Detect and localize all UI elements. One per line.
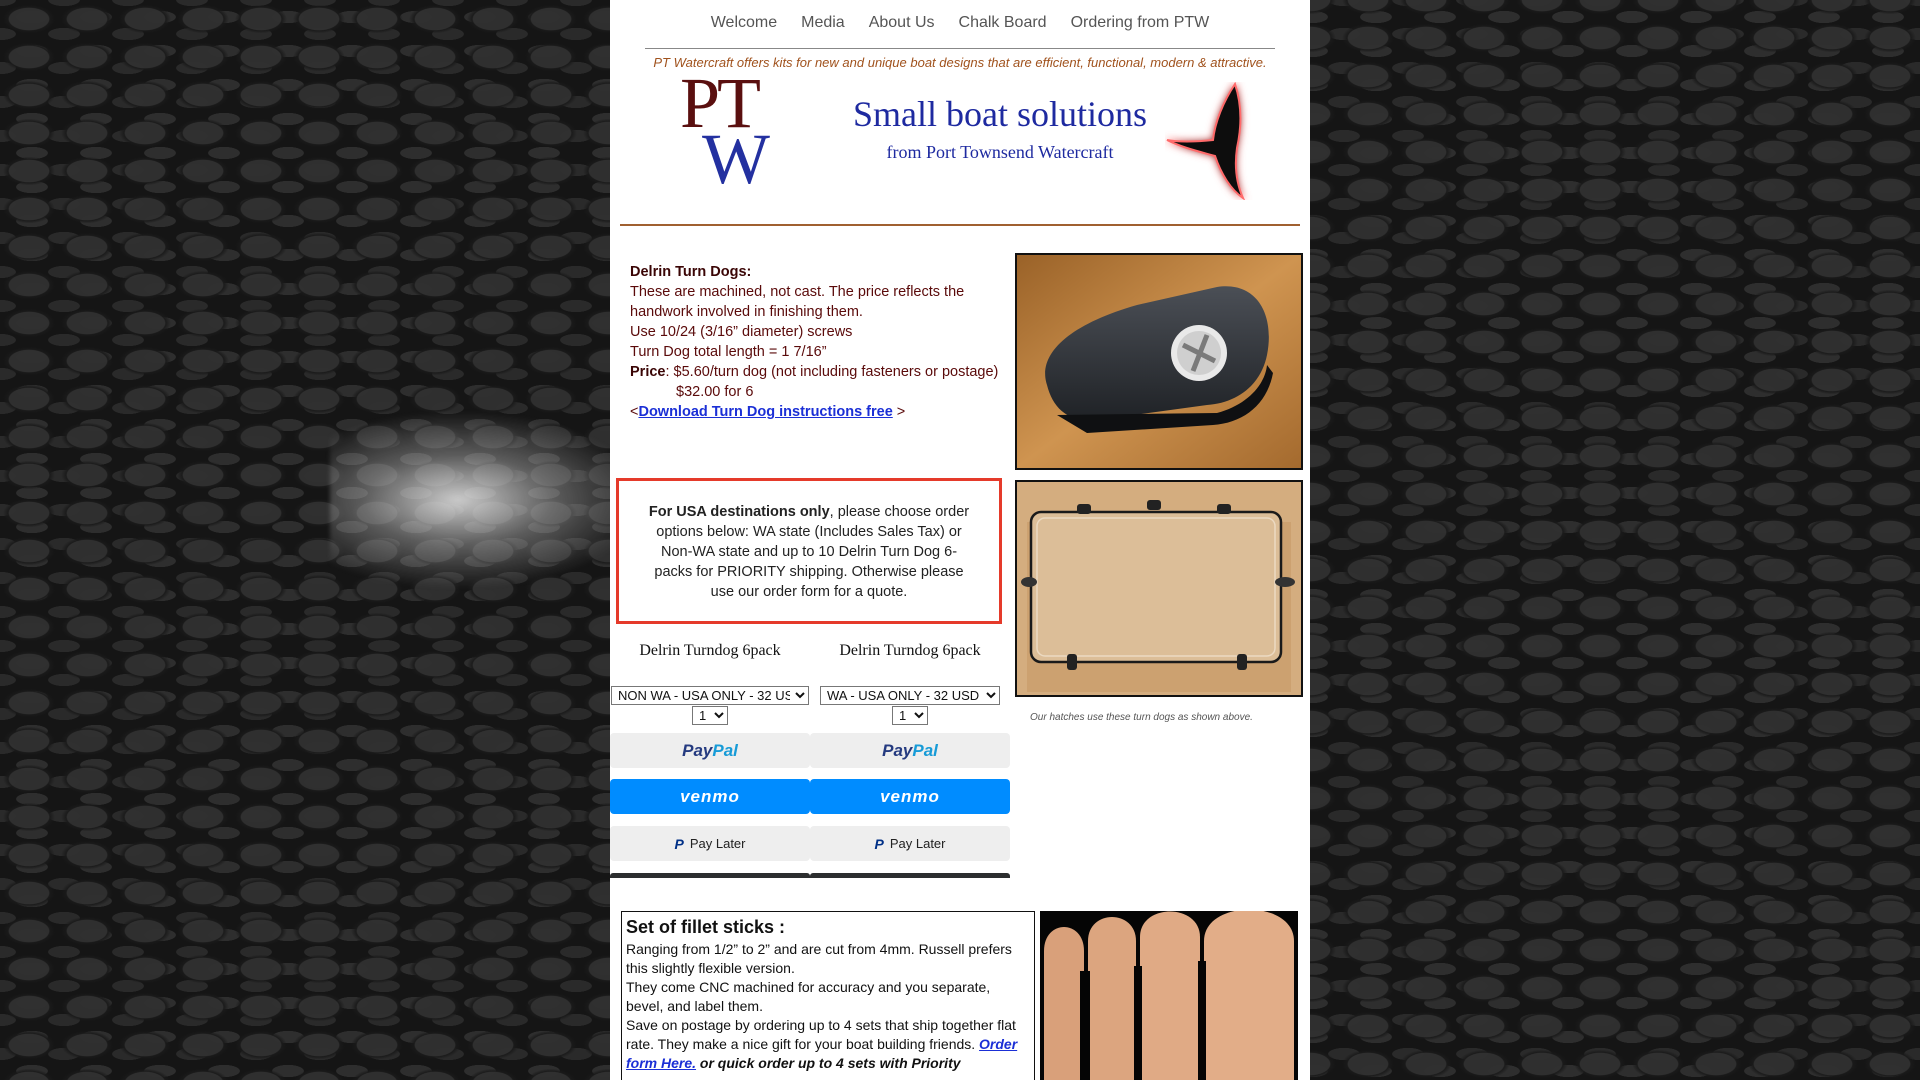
pay-later-button[interactable]: P Pay Later	[810, 826, 1010, 861]
turndog-line-2: Use 10/24 (3/16” diameter) screws	[630, 324, 853, 340]
page-content: Welcome Media About Us Chalk Board Order…	[610, 0, 1310, 1080]
price-text: : $5.60/turn dog (not including fastener…	[665, 364, 999, 380]
shipping-option-select[interactable]: NON WA - USA ONLY - 32 USD	[611, 686, 809, 705]
background-glow	[330, 410, 650, 590]
paypal-p-icon: P	[674, 835, 684, 852]
nav-chalk-board[interactable]: Chalk Board	[947, 13, 1059, 47]
nav-about-us[interactable]: About Us	[857, 13, 947, 47]
fillet-title: Set of fillet sticks :	[626, 917, 786, 937]
pay-later-button[interactable]: P Pay Later	[610, 826, 810, 861]
pay-later-label: Pay Later	[889, 836, 946, 851]
product-title: Delrin Turndog 6pack	[839, 642, 981, 659]
turndog-line-3: Turn Dog total length = 1 7/16”	[630, 344, 827, 360]
price-pack: $32.00 for 6	[676, 384, 754, 400]
fillet-para-3: Save on postage by ordering up to 4 sets…	[626, 1017, 1016, 1052]
product-title: Delrin Turndog 6pack	[639, 642, 781, 659]
debit-card-button[interactable]	[610, 873, 810, 878]
price-label: Price	[630, 364, 666, 380]
fillet-sticks-photo	[1040, 911, 1298, 1080]
background-right	[1310, 0, 1920, 1080]
nav-media[interactable]: Media	[789, 13, 857, 47]
paypal-form-non-wa: Delrin Turndog 6pack NON WA - USA ONLY -…	[610, 640, 810, 725]
turn-dog-photo	[1015, 253, 1303, 470]
fillet-para-1: Ranging from 1/2” to 2” and are cut from…	[626, 941, 1012, 976]
turndog-description: Delrin Turn Dogs: These are machined, no…	[630, 262, 1000, 422]
download-instructions-link[interactable]: Download Turn Dog instructions free	[638, 404, 892, 420]
bird-logo-icon	[1166, 82, 1245, 200]
notice-bold: For USA destinations only	[648, 504, 830, 520]
turndog-line-1: These are machined, not cast. The price …	[630, 284, 965, 320]
turndog-title: Delrin Turn Dogs:	[630, 264, 752, 280]
paypal-form-wa: Delrin Turndog 6pack WA - USA ONLY - 32 …	[810, 640, 1010, 725]
paypal-pay-text: Pay	[682, 740, 713, 760]
divider	[645, 48, 1275, 49]
page-subtitle: from Port Townsend Watercraft	[886, 142, 1114, 162]
fillet-sticks-section: Set of fillet sticks : Ranging from 1/2”…	[621, 911, 1035, 1080]
quantity-select[interactable]: 1	[692, 706, 728, 725]
paypal-pay-text: Pay	[882, 740, 913, 760]
logo-w-text: W	[702, 119, 770, 199]
venmo-button[interactable]: venmo	[610, 779, 810, 814]
shipping-option-select[interactable]: WA - USA ONLY - 32 USD	[820, 686, 1000, 705]
paypal-button[interactable]: Pay Pal	[810, 733, 1010, 768]
page-title: Small boat solutions	[852, 94, 1147, 134]
fillet-para-2: They come CNC machined for accuracy and …	[626, 979, 991, 1014]
paypal-pal-text: Pal	[712, 740, 738, 760]
usa-shipping-notice: For USA destinations only, please choose…	[616, 478, 1002, 624]
pay-later-label: Pay Later	[689, 836, 746, 851]
photo-caption: Our hatches use these turn dogs as shown…	[1030, 712, 1253, 723]
hatch-photo	[1015, 480, 1303, 697]
nav-ordering[interactable]: Ordering from PTW	[1059, 13, 1222, 47]
quick-order-text: or quick order up to 4 sets with Priorit…	[696, 1055, 961, 1071]
header-divider	[620, 224, 1300, 226]
venmo-button[interactable]: venmo	[810, 779, 1010, 814]
quantity-select[interactable]: 1	[892, 706, 928, 725]
debit-card-button[interactable]	[810, 873, 1010, 878]
paypal-pal-text: Pal	[912, 740, 938, 760]
main-nav: Welcome Media About Us Chalk Board Order…	[610, 0, 1310, 47]
link-close: >	[892, 404, 906, 420]
paypal-p-icon: P	[874, 835, 884, 852]
ptw-logo[interactable]: PT W	[680, 67, 790, 199]
paypal-button[interactable]: Pay Pal	[610, 733, 810, 768]
nav-welcome[interactable]: Welcome	[699, 13, 789, 47]
